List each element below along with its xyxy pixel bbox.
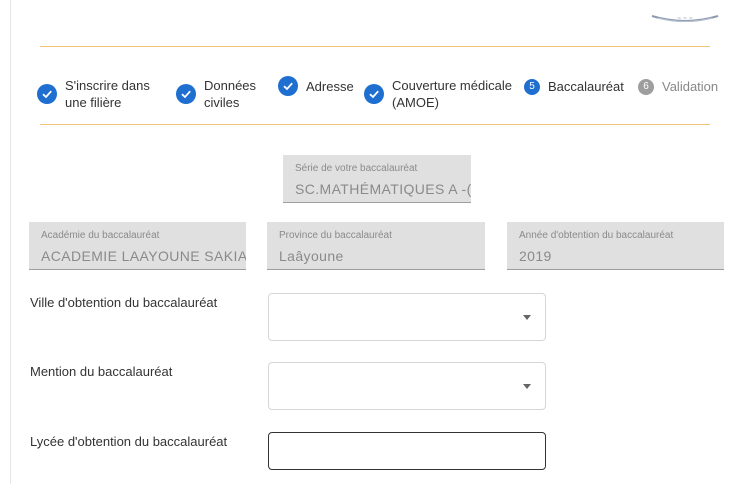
step-adresse[interactable]: Adresse <box>278 76 354 96</box>
bac-province-field: Province du baccalauréat Laâyoune <box>267 222 485 270</box>
mention-select[interactable] <box>268 362 546 410</box>
field-label: Académie du baccalauréat <box>41 230 160 241</box>
step-label: Adresse <box>306 78 354 94</box>
check-icon <box>37 84 57 104</box>
field-label: Province du baccalauréat <box>279 230 392 241</box>
field-value: Laâyoune <box>279 248 344 264</box>
check-icon <box>176 84 196 104</box>
step-label: S'inscrire dans une filière <box>65 78 150 110</box>
field-label: Année d'obtention du baccalauréat <box>519 230 674 241</box>
step-number-badge: 5 <box>524 78 540 95</box>
lycee-input[interactable] <box>268 432 546 470</box>
mention-label: Mention du baccalauréat <box>30 364 173 379</box>
caret-down-icon <box>523 315 531 320</box>
left-border <box>10 0 11 484</box>
step-donnees-civiles[interactable]: Données civiles <box>176 77 256 111</box>
step-label: Validation <box>662 79 719 94</box>
step-validation[interactable]: 6 Validation <box>638 78 718 95</box>
university-logo: ~ ~ ~ <box>651 15 719 22</box>
step-label: Baccalauréat <box>548 79 624 94</box>
bac-annee-field: Année d'obtention du baccalauréat 2019 <box>507 222 724 270</box>
field-label: Série de votre baccalauréat <box>295 163 418 174</box>
step-inscription[interactable]: S'inscrire dans une filière <box>37 77 150 111</box>
step-baccalaureat[interactable]: 5 Baccalauréat <box>524 78 624 95</box>
step-number-badge: 6 <box>638 78 654 95</box>
step-couverture-medicale[interactable]: Couverture médicale (AMOE) <box>364 77 512 111</box>
check-icon <box>278 76 298 96</box>
field-value: ACADEMIE LAAYOUNE SAKIA <box>41 248 246 264</box>
divider-bottom <box>40 124 710 125</box>
field-value: 2019 <box>519 248 552 264</box>
step-label: Données civiles <box>204 78 257 110</box>
divider-top <box>40 46 710 47</box>
check-icon <box>364 84 384 104</box>
bac-academie-field: Académie du baccalauréat ACADEMIE LAAYOU… <box>29 222 246 270</box>
ville-select[interactable] <box>268 293 546 341</box>
bac-serie-field: Série de votre baccalauréat SC.MATHÉMATI… <box>283 155 471 203</box>
caret-down-icon <box>523 384 531 389</box>
ville-label: Ville d'obtention du baccalauréat <box>30 295 218 310</box>
lycee-label: Lycée d'obtention du baccalauréat <box>30 434 228 449</box>
field-value: SC.MATHÉMATIQUES A -( <box>295 181 471 197</box>
svg-text:~ ~ ~: ~ ~ ~ <box>677 16 693 22</box>
step-label: Couverture médicale (AMOE) <box>392 78 512 110</box>
